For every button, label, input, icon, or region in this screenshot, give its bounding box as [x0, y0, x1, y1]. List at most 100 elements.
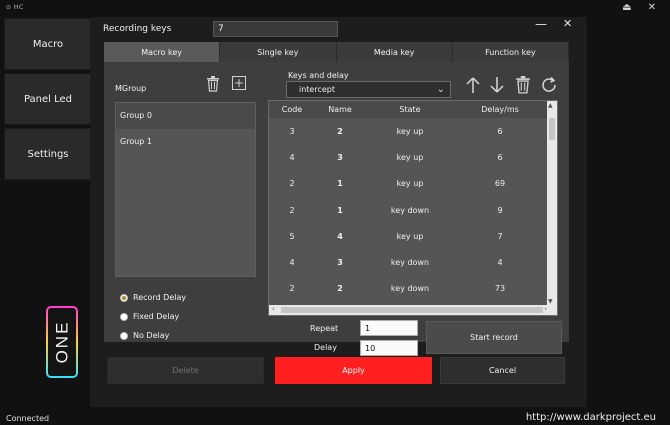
cell-delay: 69 [494, 179, 506, 189]
scroll-up-icon[interactable]: ▲ [548, 102, 553, 109]
group-list: Group 0 Group 1 [115, 102, 256, 277]
cell-code: 3 [289, 126, 295, 136]
brand-logo: ONE [46, 306, 78, 378]
table-row[interactable]: 5 4 key up 7 [269, 223, 557, 249]
table-row[interactable]: 2 1 key up 69 [269, 171, 557, 197]
table-body: 3 2 key up 6 4 3 key up 6 2 1 key up 69 [269, 118, 557, 302]
radio-record-delay[interactable]: Record Delay [120, 288, 186, 307]
mgroup-label: MGroup [115, 84, 147, 93]
cell-state: key up [396, 152, 424, 162]
horizontal-scrollbar[interactable]: ‹ › [269, 305, 557, 315]
table-row[interactable]: 2 1 key down 9 [269, 197, 557, 223]
vertical-scrollbar[interactable]: ▲ ▼ [547, 101, 557, 306]
cell-delay: 73 [494, 284, 506, 294]
macro-key-panel: MGroup + Group 0 Group 1 Record Delay Fi… [104, 62, 569, 356]
cell-delay: 6 [497, 126, 503, 136]
apply-button[interactable]: Apply [275, 357, 432, 384]
cell-code: 2 [289, 284, 295, 294]
table-row[interactable]: 4 3 key down 4 [269, 249, 557, 275]
move-down-icon[interactable] [488, 76, 506, 94]
recording-keys-input[interactable] [213, 21, 338, 37]
cell-delay: 7 [497, 231, 503, 241]
tab-media-key[interactable]: Media key [336, 42, 453, 62]
cell-code: 2 [289, 179, 295, 189]
cell-code: 4 [289, 258, 295, 268]
column-header-state: State [399, 105, 421, 114]
sidebar-item-label: Macro [32, 38, 64, 50]
sidebar-item-label: Panel Led [23, 93, 73, 105]
cell-name: 1 [337, 205, 343, 215]
sidebar-item-label: Settings [27, 148, 69, 160]
scroll-down-icon[interactable]: ▼ [548, 298, 553, 305]
mode-select[interactable]: intercept ⌄ [286, 81, 451, 98]
cell-state: key down [390, 258, 430, 268]
tray-icon[interactable]: ⏏ [622, 2, 631, 14]
column-header-code: Code [281, 105, 303, 114]
cell-name: 2 [337, 284, 343, 294]
radio-fixed-delay[interactable]: Fixed Delay [120, 307, 186, 326]
group-item-1[interactable]: Group 1 [116, 129, 255, 155]
cell-delay: 6 [497, 152, 503, 162]
cell-name: 4 [337, 231, 343, 241]
cell-state: key up [396, 126, 424, 136]
chevron-down-icon: ⌄ [436, 84, 445, 95]
radio-button[interactable] [120, 331, 128, 340]
keys-and-delay-label: Keys and delay [288, 71, 349, 80]
cell-state: key up [396, 231, 424, 241]
scroll-thumb[interactable] [549, 118, 555, 140]
cell-state: key down [390, 284, 430, 294]
brand-logo-text: ONE [52, 320, 71, 364]
close-app-icon[interactable]: ✕ [648, 2, 656, 14]
keys-table: Code Name State Delay/ms 3 2 key up 6 4 … [268, 100, 558, 316]
group-item-0[interactable]: Group 0 [116, 103, 255, 129]
add-group-icon[interactable]: + [232, 76, 246, 90]
tab-macro-key[interactable]: Macro key [104, 42, 221, 62]
cell-name: 3 [337, 258, 343, 268]
start-record-button[interactable]: Start record [426, 321, 562, 354]
delete-button[interactable]: Delete [107, 357, 264, 384]
scroll-left-icon[interactable]: ‹ [272, 305, 275, 313]
column-header-delay: Delay/ms [481, 105, 519, 114]
delete-group-icon[interactable] [206, 76, 220, 92]
radio-label: No Delay [133, 331, 170, 340]
radio-label: Record Delay [133, 293, 187, 302]
tab-bar: Macro key Single key Media key Function … [104, 42, 569, 62]
close-icon[interactable]: ✕ [563, 17, 572, 30]
system-icons: ⏏ ✕ [622, 2, 656, 14]
table-row[interactable]: 2 2 key down 73 [269, 276, 557, 302]
repeat-input[interactable] [360, 320, 418, 336]
table-row[interactable]: 4 3 key up 6 [269, 144, 557, 170]
cancel-button[interactable]: Cancel [440, 357, 565, 384]
cell-name: 1 [337, 179, 343, 189]
table-header: Code Name State Delay/ms [269, 101, 557, 118]
website-url[interactable]: http://www.darkproject.eu [526, 412, 656, 423]
radio-no-delay[interactable]: No Delay [120, 326, 186, 345]
cell-code: 5 [289, 231, 295, 241]
delay-label: Delay [314, 343, 337, 352]
radio-button[interactable] [120, 293, 128, 302]
tab-single-key[interactable]: Single key [220, 42, 337, 62]
delay-mode-radios: Record Delay Fixed Delay No Delay [120, 288, 186, 345]
app-logo: ⊙ HC [6, 4, 24, 11]
delay-input[interactable] [360, 340, 418, 356]
table-row[interactable]: 3 2 key up 6 [269, 118, 557, 144]
dialog-title: Recording keys [103, 24, 172, 34]
radio-button[interactable] [120, 312, 128, 321]
scroll-right-icon[interactable]: › [544, 305, 547, 313]
scroll-thumb[interactable] [281, 307, 543, 313]
refresh-icon[interactable] [540, 76, 558, 94]
connection-status: Connected [6, 414, 50, 423]
cell-state: key up [396, 179, 424, 189]
cell-state: key down [390, 205, 430, 215]
repeat-label: Repeat [310, 324, 339, 333]
minimize-icon[interactable]: — [535, 17, 547, 31]
cell-code: 2 [289, 205, 295, 215]
radio-label: Fixed Delay [133, 312, 180, 321]
cell-code: 4 [289, 152, 295, 162]
column-header-name: Name [328, 105, 352, 114]
delete-key-icon[interactable] [514, 76, 532, 94]
tab-function-key[interactable]: Function key [452, 42, 569, 62]
move-up-icon[interactable] [464, 76, 482, 94]
recording-keys-dialog: Recording keys — ✕ Macro key Single key … [90, 17, 587, 407]
cell-delay: 4 [497, 258, 503, 268]
